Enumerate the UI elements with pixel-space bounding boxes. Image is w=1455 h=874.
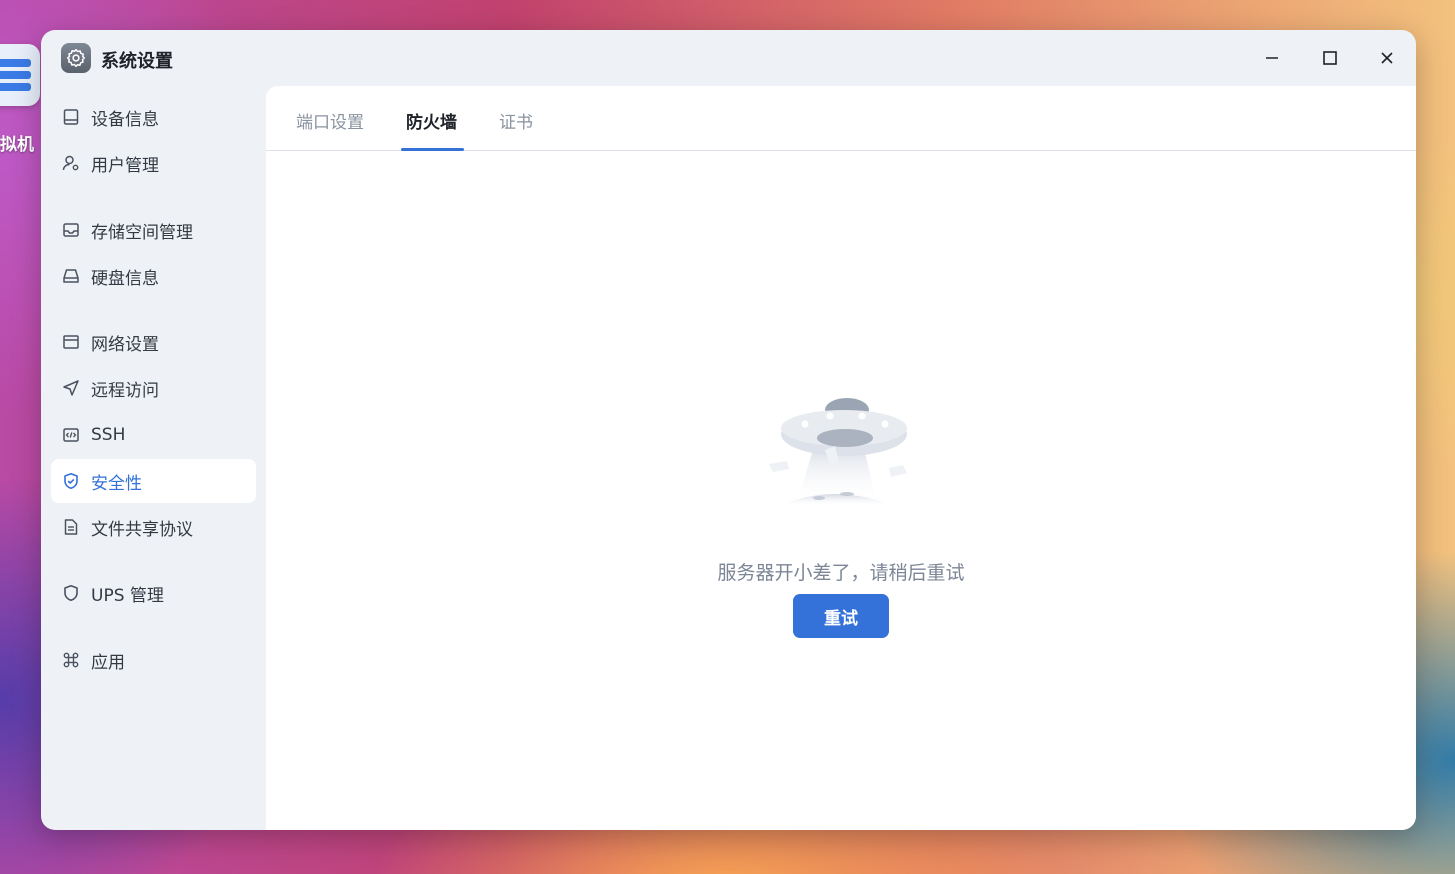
title-bar: 系统设置 [41,30,1416,86]
sidebar-item-label: UPS 管理 [91,585,164,606]
disk-icon [61,266,81,286]
sidebar-item-storage[interactable]: 存储空间管理 [51,208,256,252]
error-message: 服务器开小差了，请稍后重试 [717,562,965,584]
sidebar-item-label: 网络设置 [91,334,159,355]
sidebar-item-label: 存储空间管理 [91,222,193,243]
sidebar-item-security[interactable]: 安全性 [51,459,256,503]
sidebar-item-remote-access[interactable]: 远程访问 [51,366,256,410]
network-icon [61,332,81,352]
sidebar-item-ssh[interactable]: SSH [51,413,256,457]
settings-gear-icon [61,43,91,73]
command-icon [61,650,81,670]
shield-check-icon [61,471,81,491]
active-tab-indicator [401,148,464,151]
maximize-icon [1323,51,1337,65]
sidebar: 设备信息 用户管理 存储空间管理 硬盘信息 网络设置 远程访问 SSH 安全性 … [41,86,266,830]
shield-icon [61,583,81,603]
minimize-button[interactable] [1258,44,1286,72]
code-icon [61,425,81,445]
desktop-icon-bar [0,71,31,79]
sidebar-item-label: SSH [91,425,126,445]
settings-window: 系统设置 设备信息 用户管理 存储空间管理 硬盘信息 网络设置 远程访问 SSH… [41,30,1416,830]
sidebar-item-network[interactable]: 网络设置 [51,320,256,364]
desktop-app-icon[interactable] [0,44,40,106]
tab-bar: 端口设置 防火墙 证书 [266,86,1416,151]
sidebar-item-device-info[interactable]: 设备信息 [51,95,256,139]
minimize-icon [1266,57,1278,59]
window-title: 系统设置 [101,51,173,72]
document-icon [61,517,81,537]
sidebar-item-ups[interactable]: UPS 管理 [51,571,256,615]
maximize-button[interactable] [1316,44,1344,72]
sidebar-item-label: 远程访问 [91,380,159,401]
sidebar-item-apps[interactable]: 应用 [51,638,256,682]
sidebar-item-label: 用户管理 [91,155,159,176]
sidebar-item-label: 文件共享协议 [91,519,193,540]
tab-certificate[interactable]: 证书 [499,108,533,133]
tab-firewall[interactable]: 防火墙 [406,108,457,133]
tab-port-settings[interactable]: 端口设置 [296,108,364,133]
send-icon [61,378,81,398]
sidebar-item-label: 设备信息 [91,109,159,130]
close-icon [1381,52,1393,64]
sidebar-item-user-management[interactable]: 用户管理 [51,141,256,185]
retry-button[interactable]: 重试 [793,594,889,638]
sidebar-item-disk-info[interactable]: 硬盘信息 [51,254,256,298]
device-icon [61,107,81,127]
desktop-icon-bar [0,59,31,67]
sidebar-item-label: 硬盘信息 [91,268,159,289]
main-content: 端口设置 防火墙 证书 服务器开小差了，请稍后重试 重试 [266,86,1416,830]
storage-icon [61,220,81,240]
user-gear-icon [61,153,81,173]
desktop-icon-bar [0,83,31,91]
ufo-error-illustration [759,394,924,528]
close-button[interactable] [1373,44,1401,72]
sidebar-item-file-sharing[interactable]: 文件共享协议 [51,505,256,549]
desktop-icon-label[interactable]: 拟机 [0,130,34,155]
sidebar-item-label: 应用 [91,652,125,673]
sidebar-item-label: 安全性 [91,473,142,494]
